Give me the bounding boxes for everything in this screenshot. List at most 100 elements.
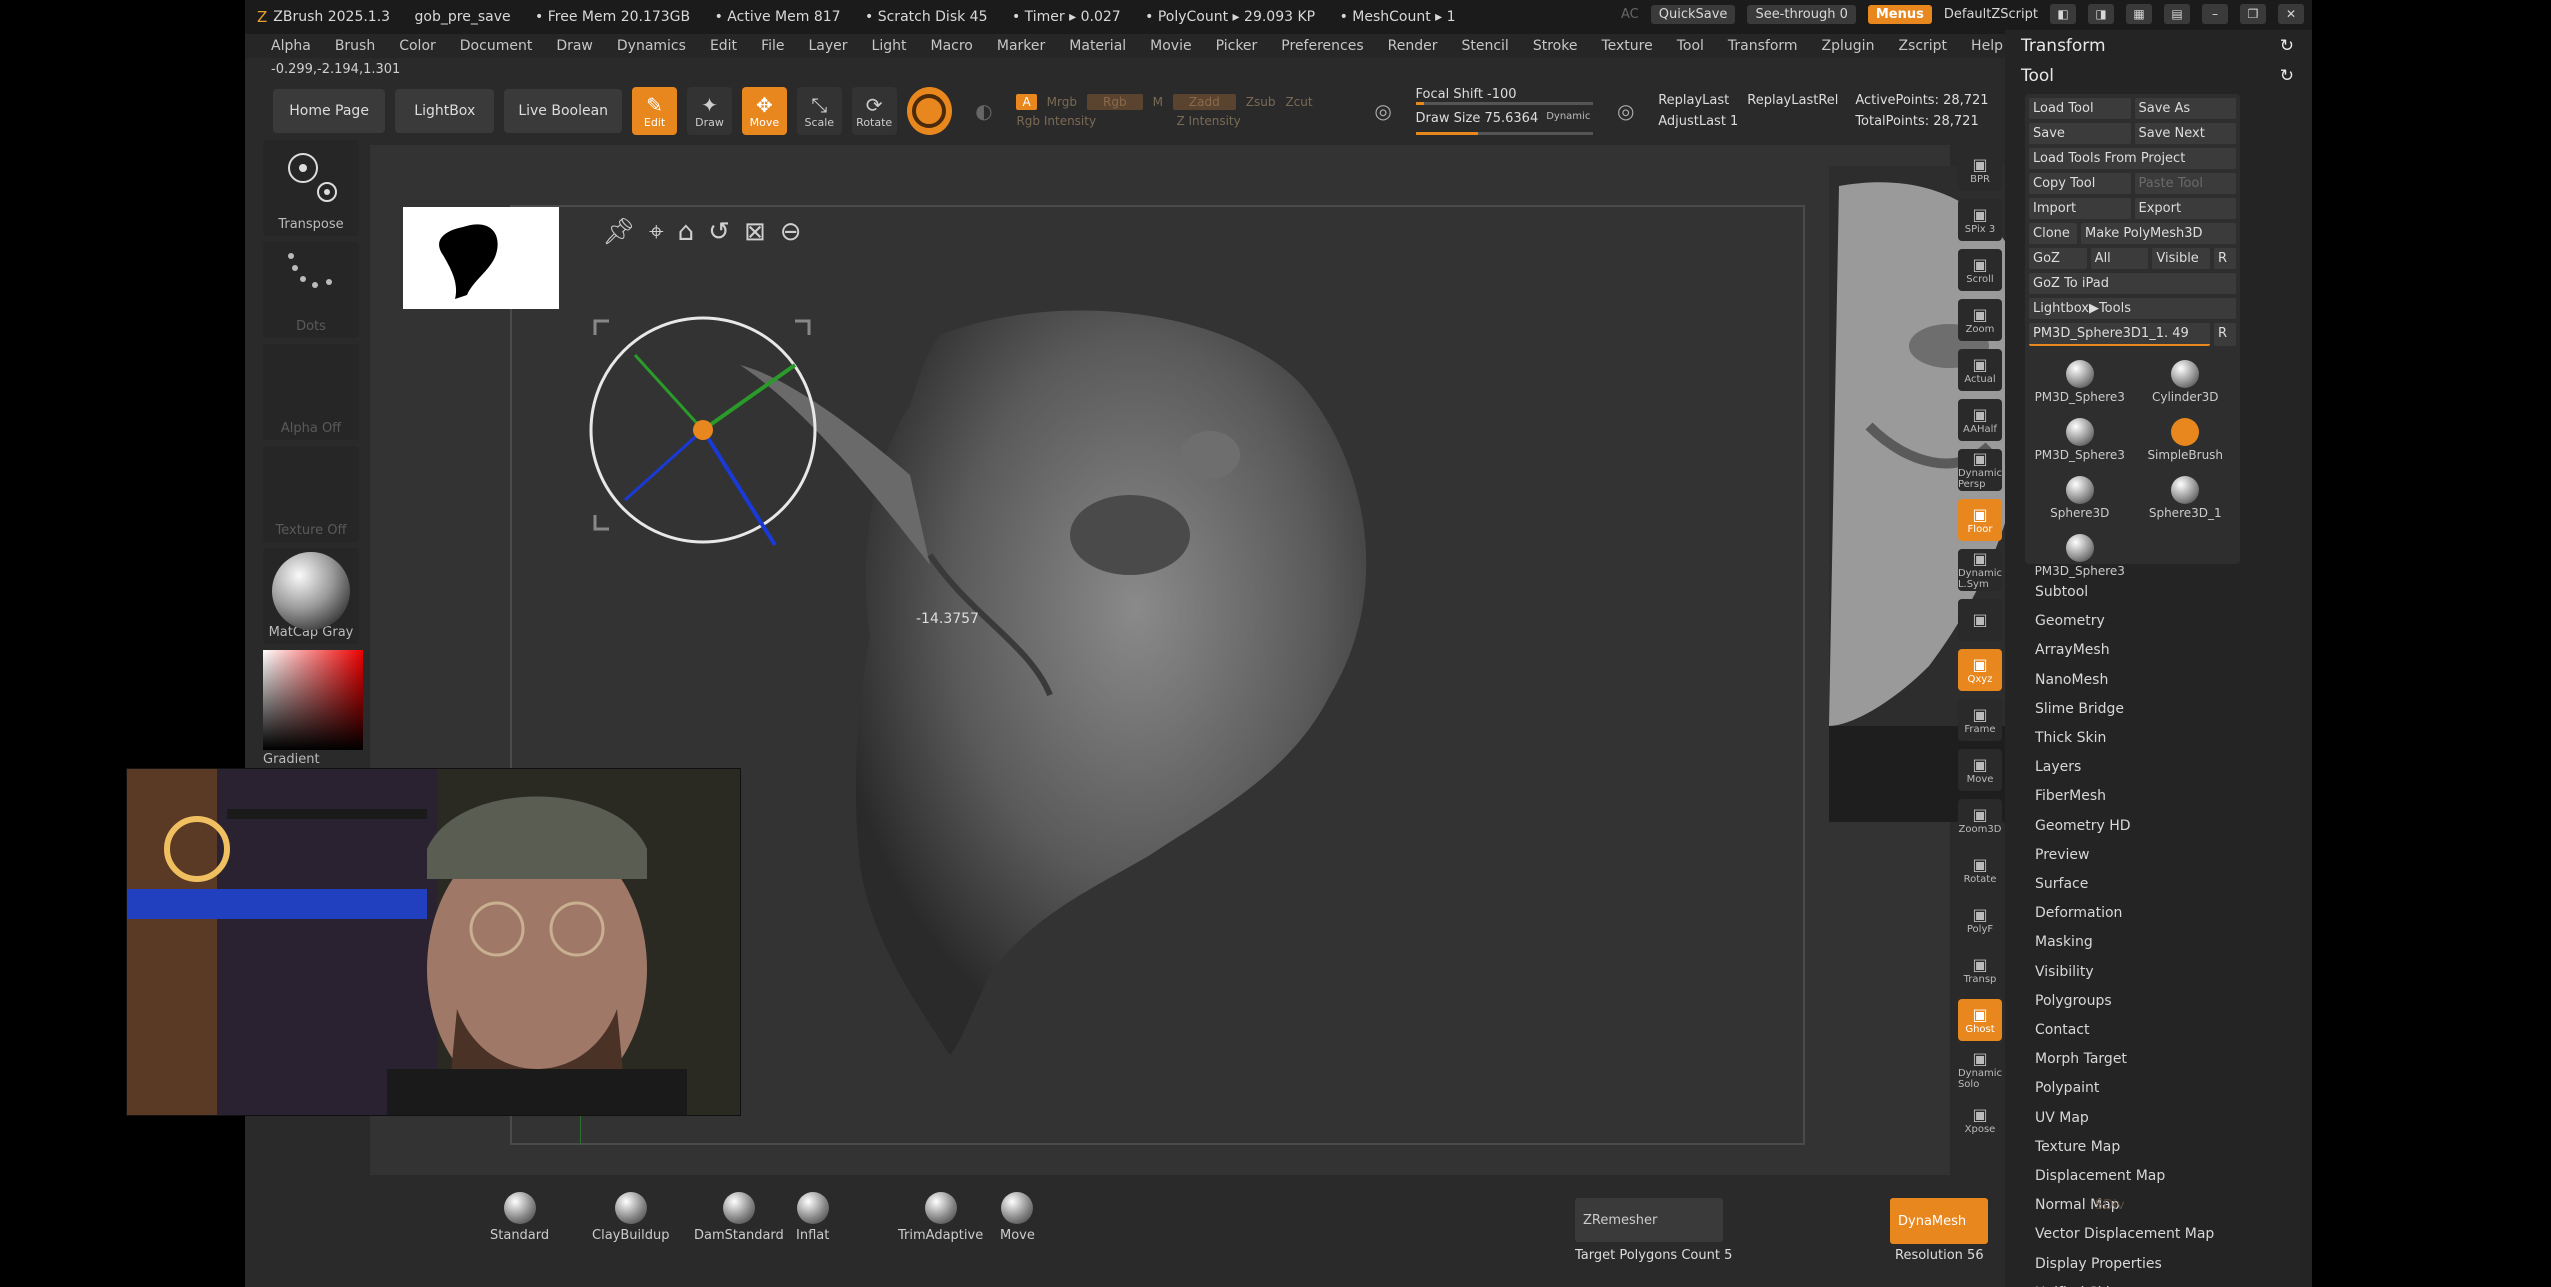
rstrip-polyf-button[interactable]: ▣ PolyF: [1958, 899, 2002, 941]
menu-zscript[interactable]: Zscript: [1898, 38, 1947, 54]
subpalette-geometry[interactable]: Geometry: [2035, 607, 2214, 636]
move-button[interactable]: ✥ Move: [741, 87, 787, 135]
load-from-project-button[interactable]: Load Tools From Project: [2029, 148, 2236, 169]
rstrip-move-button[interactable]: ▣ Move: [1958, 749, 2002, 791]
subpalette-nanomesh[interactable]: NanoMesh: [2035, 666, 2214, 695]
close-icon[interactable]: ✕: [2278, 4, 2304, 24]
a-button[interactable]: A: [1016, 94, 1037, 110]
edit-button[interactable]: ✎ Edit: [632, 87, 678, 135]
rgb-intensity-slider[interactable]: Rgb Intensity: [1016, 114, 1166, 128]
menu-movie[interactable]: Movie: [1150, 38, 1191, 54]
tool-thumbnail[interactable]: SimpleBrush: [2135, 408, 2237, 462]
copy-tool-button[interactable]: Copy Tool: [2029, 173, 2131, 194]
reset-icon[interactable]: ↻: [2280, 36, 2294, 56]
draw-size-slider[interactable]: Draw Size 75.6364 Dynamic: [1416, 111, 1594, 126]
layout2-icon[interactable]: ◨: [2088, 4, 2114, 24]
menu-document[interactable]: Document: [460, 38, 533, 54]
menu-tool[interactable]: Tool: [1677, 38, 1704, 54]
subpalette-vector-displacement-map[interactable]: Vector Displacement Map: [2035, 1220, 2214, 1249]
rstrip-aahalf-button[interactable]: ▣ AAHalf: [1958, 399, 2002, 441]
menu-help[interactable]: Help: [1971, 38, 2003, 54]
save-as-button[interactable]: Save As: [2134, 98, 2236, 119]
brush-trimadaptive[interactable]: TrimAdaptive: [898, 1192, 983, 1243]
minimize-icon[interactable]: –: [2202, 4, 2228, 24]
rstrip-scroll-button[interactable]: ▣ Scroll: [1958, 249, 2002, 291]
make-polymesh-button[interactable]: Make PolyMesh3D: [2081, 223, 2236, 244]
rstrip-spix-3-button[interactable]: ▣ SPix 3: [1958, 199, 2002, 241]
subpalette-surface[interactable]: Surface: [2035, 870, 2214, 899]
live-boolean-button[interactable]: Live Boolean: [504, 89, 623, 133]
location-icon[interactable]: ⌖: [649, 217, 664, 248]
lock-icon[interactable]: ⊠: [744, 217, 766, 248]
rgb-button[interactable]: Rgb: [1086, 94, 1143, 110]
menu-edit[interactable]: Edit: [710, 38, 737, 54]
tool-thumbnail[interactable]: Sphere3D: [2029, 466, 2131, 520]
clone-button[interactable]: Clone: [2029, 223, 2077, 244]
menu-picker[interactable]: Picker: [1216, 38, 1258, 54]
load-tool-button[interactable]: Load Tool: [2029, 98, 2131, 119]
z-intensity-slider[interactable]: Z Intensity: [1176, 114, 1240, 128]
rstrip-xpose-button[interactable]: ▣ Xpose: [1958, 1099, 2002, 1141]
subpalette-deformation[interactable]: Deformation: [2035, 899, 2214, 928]
menu-light[interactable]: Light: [872, 38, 907, 54]
target-polygons-slider[interactable]: Target Polygons Count 5: [1575, 1248, 1732, 1263]
brush-damstandard[interactable]: DamStandard: [694, 1192, 784, 1243]
scale-button[interactable]: ⤡ Scale: [796, 87, 842, 135]
lightbox-button[interactable]: LightBox: [395, 89, 495, 133]
rstrip-zoom3d-button[interactable]: ▣ Zoom3D: [1958, 799, 2002, 841]
pin-icon[interactable]: 📌︎: [602, 217, 635, 248]
texture-off-button[interactable]: Texture Off: [263, 446, 359, 542]
import-button[interactable]: Import: [2029, 198, 2131, 219]
home-page-button[interactable]: Home Page: [273, 89, 386, 133]
reset-icon-2[interactable]: ↻: [2280, 66, 2294, 86]
subpalette-displacement-map[interactable]: Displacement Map: [2035, 1162, 2214, 1191]
draw-button[interactable]: ✦ Draw: [687, 87, 732, 135]
goz-all-button[interactable]: All: [2090, 248, 2149, 269]
rotate-button[interactable]: ⟳ Rotate: [851, 87, 897, 135]
replay-last-rel-button[interactable]: ReplayLastRel: [1747, 93, 1838, 108]
adjust-last-slider[interactable]: AdjustLast 1: [1658, 114, 1845, 129]
rstrip-dynamic-persp-button[interactable]: ▣ Dynamic Persp: [1958, 449, 2002, 491]
focal-shift-slider[interactable]: Focal Shift -100: [1415, 87, 1594, 105]
home-icon[interactable]: ⌂: [678, 217, 695, 248]
paste-tool-button[interactable]: Paste Tool: [2134, 173, 2236, 194]
see-through-slider[interactable]: See-through 0: [1747, 4, 1856, 24]
resolution-slider[interactable]: Resolution 56: [1895, 1248, 1984, 1263]
brush-inflat[interactable]: Inflat: [796, 1192, 829, 1243]
save-next-button[interactable]: Save Next: [2134, 123, 2236, 144]
subpalette-fibermesh[interactable]: FiberMesh: [2035, 782, 2214, 811]
rstrip-bpr-button[interactable]: ▣ BPR: [1958, 149, 2002, 191]
tool-thumbnail[interactable]: Sphere3D_1: [2135, 466, 2237, 520]
subpalette-uv-map[interactable]: UV Map: [2035, 1104, 2214, 1133]
goz-button[interactable]: GoZ: [2029, 248, 2087, 269]
dynamic-toggle[interactable]: Dynamic: [1546, 111, 1590, 126]
subpalette-slime-bridge[interactable]: Slime Bridge: [2035, 695, 2214, 724]
goz-ipad-button[interactable]: GoZ To iPad: [2029, 273, 2236, 294]
tool-thumbnail[interactable]: PM3D_Sphere3: [2029, 350, 2131, 404]
tool-palette-header[interactable]: Tool ↻: [2005, 60, 2312, 90]
zsub-button[interactable]: Zsub: [1246, 95, 1276, 109]
rstrip-dynamic-l-sym-button[interactable]: ▣ Dynamic L.Sym: [1958, 549, 2002, 591]
mrgb-button[interactable]: Mrgb: [1047, 95, 1077, 109]
menu-layer[interactable]: Layer: [809, 38, 848, 54]
default-zscript-button[interactable]: DefaultZScript: [1944, 7, 2038, 22]
color-picker[interactable]: [263, 650, 363, 750]
current-tool-slider[interactable]: PM3D_Sphere3D1_1. 49: [2029, 323, 2210, 346]
subpalette-thick-skin[interactable]: Thick Skin: [2035, 724, 2214, 753]
menus-toggle[interactable]: Menus: [1867, 4, 1932, 24]
subpalette-arraymesh[interactable]: ArrayMesh: [2035, 636, 2214, 665]
tool-thumbnail[interactable]: PM3D_Sphere3: [2029, 524, 2131, 578]
menu-texture[interactable]: Texture: [1601, 38, 1652, 54]
menu-brush[interactable]: Brush: [335, 38, 375, 54]
current-tool-r-button[interactable]: R: [2214, 323, 2236, 346]
subpalette-display-properties[interactable]: Display Properties: [2035, 1250, 2214, 1279]
subpalette-contact[interactable]: Contact: [2035, 1016, 2214, 1045]
rstrip-qxyz-button[interactable]: ▣ Qxyz: [1958, 649, 2002, 691]
menu-dynamics[interactable]: Dynamics: [617, 38, 686, 54]
layout4-icon[interactable]: ▤: [2164, 4, 2190, 24]
brush-claybuildup[interactable]: ClayBuildup: [592, 1192, 669, 1243]
subpalette-visibility[interactable]: Visibility: [2035, 958, 2214, 987]
m-button[interactable]: M: [1153, 95, 1163, 109]
rstrip-actual-button[interactable]: ▣ Actual: [1958, 349, 2002, 391]
menu-marker[interactable]: Marker: [997, 38, 1045, 54]
